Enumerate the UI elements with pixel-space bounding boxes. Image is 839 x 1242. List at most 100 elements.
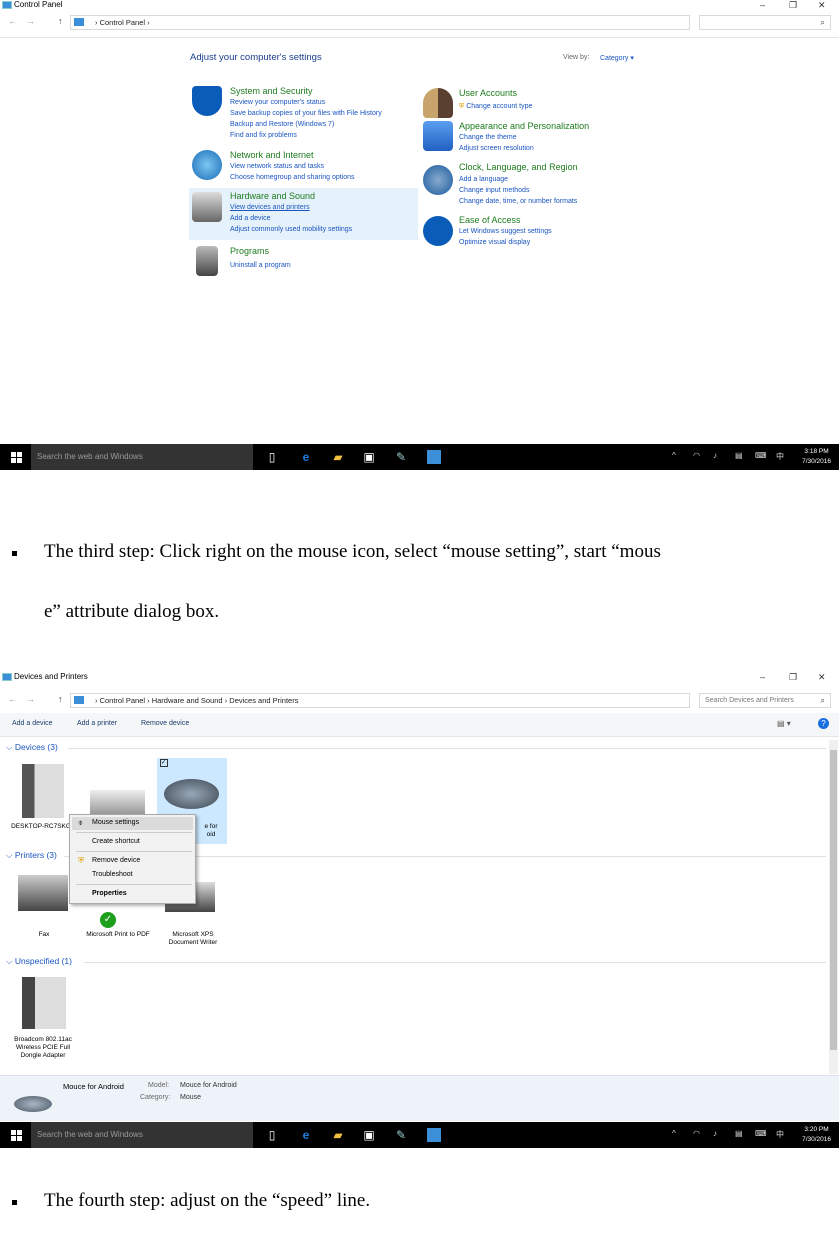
fax-icon[interactable] xyxy=(18,875,68,911)
link[interactable]: Change the theme xyxy=(459,134,517,141)
link[interactable]: Change date, time, or number formats xyxy=(459,198,577,205)
link[interactable]: Adjust screen resolution xyxy=(459,145,534,152)
notifications-icon[interactable]: ▤ xyxy=(735,451,743,460)
link[interactable]: Adjust commonly used mobility settings xyxy=(230,226,352,233)
menu-item-create-shortcut[interactable]: Create shortcut xyxy=(92,838,140,845)
up-button[interactable]: ↑ xyxy=(58,16,63,26)
minimize-button[interactable]: – xyxy=(760,0,765,10)
volume-icon[interactable]: ♪ xyxy=(713,451,717,460)
forward-button[interactable]: → xyxy=(26,16,35,26)
menu-item-properties[interactable]: Properties xyxy=(92,890,127,897)
edge-icon[interactable]: e xyxy=(299,1128,313,1142)
minimize-button[interactable]: – xyxy=(760,672,765,682)
tray-chevron-icon[interactable]: ^ xyxy=(672,451,676,460)
file-explorer-icon[interactable]: ▰ xyxy=(331,1128,345,1142)
keyboard-icon[interactable]: ⌨ xyxy=(755,451,767,460)
checkbox-icon[interactable]: ✓ xyxy=(160,759,168,767)
edge-icon[interactable]: e xyxy=(299,450,313,464)
search-input[interactable]: ⌕ xyxy=(699,15,831,30)
category-hardware-sound[interactable]: Hardware and Sound xyxy=(230,191,315,201)
link[interactable]: Choose homegroup and sharing options xyxy=(230,174,355,181)
view-by-dropdown[interactable]: Category ▾ xyxy=(600,54,634,62)
task-view-icon[interactable]: ▯ xyxy=(265,450,279,464)
help-icon[interactable]: ? xyxy=(818,718,829,729)
back-button[interactable]: ← xyxy=(8,694,17,704)
link[interactable]: Add a language xyxy=(459,176,508,183)
view-options-icon[interactable]: ▤ ▾ xyxy=(777,719,791,728)
category-clock-language[interactable]: Clock, Language, and Region xyxy=(459,162,578,172)
task-view-icon[interactable]: ▯ xyxy=(265,1128,279,1142)
tray-chevron-icon[interactable]: ^ xyxy=(672,1129,676,1138)
control-panel-task-icon[interactable] xyxy=(427,1128,441,1142)
breadcrumb-control-panel[interactable]: Control Panel xyxy=(100,696,145,705)
category-system-security[interactable]: System and Security xyxy=(230,86,313,96)
close-button[interactable]: ✕ xyxy=(818,0,826,11)
scrollbar[interactable] xyxy=(829,740,838,1074)
category-appearance[interactable]: Appearance and Personalization xyxy=(459,121,589,131)
printers-group-header[interactable]: ⌵ Printers (3) xyxy=(6,850,57,861)
category-user-accounts[interactable]: User Accounts xyxy=(459,88,517,98)
ime-indicator[interactable]: 中 xyxy=(776,1129,784,1140)
control-panel-task-icon[interactable] xyxy=(427,450,441,464)
wifi-icon[interactable]: ◠ xyxy=(693,451,700,460)
add-printer-button[interactable]: Add a printer xyxy=(77,720,117,727)
link[interactable]: Review your computer's status xyxy=(230,99,325,106)
close-button[interactable]: ✕ xyxy=(818,672,826,683)
shield-icon xyxy=(192,86,222,116)
paint-icon[interactable]: ✎ xyxy=(394,1128,408,1142)
users-icon xyxy=(423,88,453,118)
unspecified-group-header[interactable]: ⌵ Unspecified (1) xyxy=(6,956,72,967)
start-button[interactable] xyxy=(11,452,22,463)
taskbar-search[interactable]: Search the web and Windows xyxy=(31,1122,253,1148)
address-bar[interactable]: › Control Panel › xyxy=(70,15,690,30)
clock[interactable]: 3:20 PM 7/30/2016 xyxy=(802,1125,831,1145)
link[interactable]: Find and fix problems xyxy=(230,132,297,139)
breadcrumb-hardware-sound[interactable]: Hardware and Sound xyxy=(152,696,223,705)
wifi-icon[interactable]: ◠ xyxy=(693,1129,700,1138)
link[interactable]: Let Windows suggest settings xyxy=(459,228,552,235)
add-device-button[interactable]: Add a device xyxy=(12,720,52,727)
clock[interactable]: 3:18 PM 7/30/2016 xyxy=(802,447,831,467)
forward-button[interactable]: → xyxy=(26,694,35,704)
breadcrumb-devices-printers[interactable]: Devices and Printers xyxy=(229,696,298,705)
link[interactable]: Uninstall a program xyxy=(230,262,291,269)
menu-item-mouse-settings[interactable]: Mouse settings xyxy=(92,819,139,826)
taskbar-search[interactable]: Search the web and Windows xyxy=(31,444,253,470)
link[interactable]: Backup and Restore (Windows 7) xyxy=(230,121,334,128)
category-ease-of-access[interactable]: Ease of Access xyxy=(459,215,521,225)
back-button[interactable]: ← xyxy=(8,16,17,26)
link[interactable]: View network status and tasks xyxy=(230,163,324,170)
category-programs[interactable]: Programs xyxy=(230,246,269,256)
keyboard-icon[interactable]: ⌨ xyxy=(755,1129,767,1138)
network-globe-icon xyxy=(192,150,222,180)
menu-item-troubleshoot[interactable]: Troubleshoot xyxy=(92,871,133,878)
store-icon[interactable]: ▣ xyxy=(362,450,376,464)
up-button[interactable]: ↑ xyxy=(58,694,63,704)
paint-icon[interactable]: ✎ xyxy=(394,450,408,464)
drive-icon[interactable] xyxy=(90,790,145,814)
computer-tower-icon[interactable] xyxy=(22,764,64,818)
link[interactable]: Save backup copies of your files with Fi… xyxy=(230,110,382,117)
address-bar[interactable]: › Control Panel › Hardware and Sound › D… xyxy=(70,693,690,708)
start-button[interactable] xyxy=(11,1130,22,1141)
file-explorer-icon[interactable]: ▰ xyxy=(331,450,345,464)
link[interactable]: ⛨ Change account type xyxy=(459,103,532,111)
remove-device-button[interactable]: Remove device xyxy=(141,720,189,727)
devices-group-header[interactable]: ⌵ Devices (3) xyxy=(6,742,58,753)
link[interactable]: Change input methods xyxy=(459,187,529,194)
link[interactable]: Optimize visual display xyxy=(459,239,530,246)
menu-item-remove-device[interactable]: Remove device xyxy=(92,857,140,864)
ime-indicator[interactable]: 中 xyxy=(776,451,784,462)
link[interactable]: Add a device xyxy=(230,215,270,222)
network-adapter-icon[interactable] xyxy=(22,977,66,1029)
mouse-device-icon[interactable] xyxy=(164,779,219,809)
view-devices-printers-link[interactable]: View devices and printers xyxy=(230,204,310,211)
search-input[interactable]: Search Devices and Printers ⌕ xyxy=(699,693,831,708)
breadcrumb-control-panel[interactable]: Control Panel xyxy=(100,18,145,27)
category-network-internet[interactable]: Network and Internet xyxy=(230,150,314,160)
maximize-button[interactable]: ❐ xyxy=(789,0,797,11)
volume-icon[interactable]: ♪ xyxy=(713,1129,717,1138)
maximize-button[interactable]: ❐ xyxy=(789,672,797,683)
notifications-icon[interactable]: ▤ xyxy=(735,1129,743,1138)
store-icon[interactable]: ▣ xyxy=(362,1128,376,1142)
